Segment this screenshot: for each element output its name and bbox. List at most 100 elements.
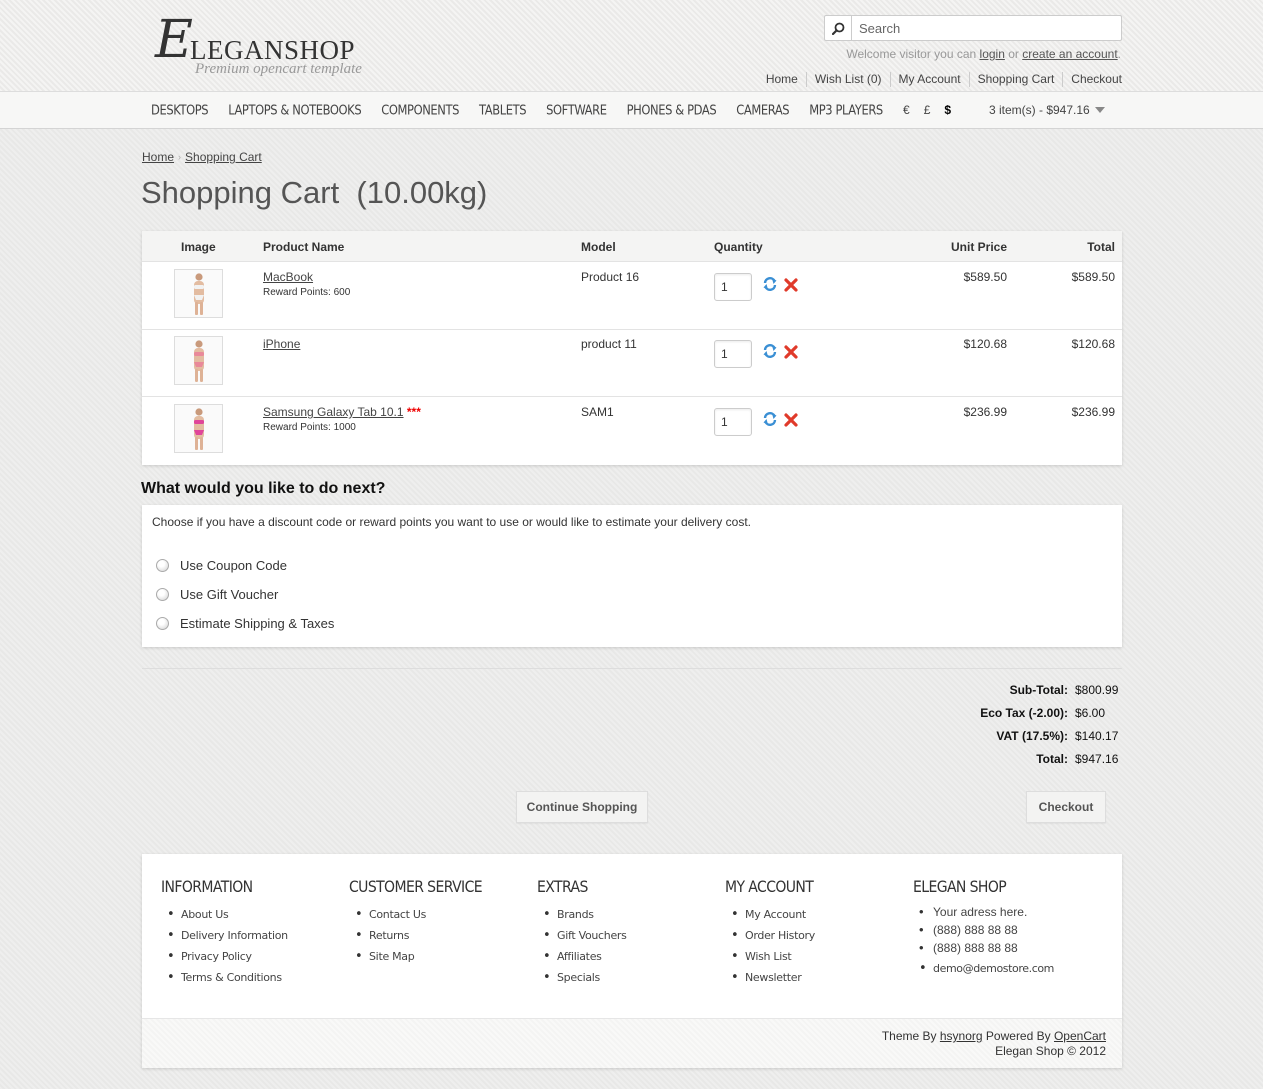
- breadcrumb-home[interactable]: Home: [142, 150, 174, 164]
- unit-price: $120.68: [963, 337, 1007, 351]
- cart-dropdown[interactable]: 3 item(s) - $947.16: [989, 103, 1105, 117]
- quantity-input[interactable]: [714, 273, 752, 301]
- product-link[interactable]: iPhone: [263, 337, 300, 351]
- remove-icon[interactable]: [784, 413, 798, 430]
- breadcrumb: Home › Shopping Cart: [142, 150, 262, 164]
- menu-item-components[interactable]: COMPONENTS: [381, 102, 459, 118]
- footer-link-sitemap[interactable]: Site Map: [349, 949, 482, 971]
- logo-initial[interactable]: E: [155, 14, 193, 66]
- welcome-message: Welcome visitor you can login or create …: [846, 47, 1121, 61]
- footer-link-affiliates[interactable]: Affiliates: [537, 949, 627, 971]
- refresh-icon[interactable]: [762, 343, 778, 362]
- voucher-label[interactable]: Use Gift Voucher: [180, 587, 278, 602]
- footer-col-shop: ELEGAN SHOP Your adress here. (888) 888 …: [913, 878, 1054, 980]
- cart-totals: Sub-Total: $800.99 Eco Tax (-2.00): $6.00 …: [980, 683, 1118, 775]
- theme-by-text: Theme By: [881, 1029, 937, 1043]
- main-menu-bar: DESKTOPS LAPTOPS & NOTEBOOKS COMPONENTS …: [0, 91, 1263, 129]
- page-title: Shopping Cart (10.00kg): [141, 175, 488, 210]
- footer-link-newsletter[interactable]: Newsletter: [725, 970, 815, 992]
- menu-item-desktops[interactable]: DESKTOPS: [151, 102, 209, 118]
- shipping-label[interactable]: Estimate Shipping & Taxes: [180, 616, 334, 631]
- footer-link-order-history[interactable]: Order History: [725, 928, 815, 950]
- option-coupon[interactable]: Use Coupon Code: [156, 558, 287, 573]
- create-account-link[interactable]: create an account: [1022, 47, 1117, 61]
- footer-link-returns[interactable]: Returns: [349, 928, 482, 950]
- product-name-cell: Samsung Galaxy Tab 10.1 ***: [263, 405, 421, 419]
- checkout-button[interactable]: Checkout: [1026, 791, 1106, 823]
- product-thumbnail[interactable]: [174, 269, 223, 318]
- refresh-icon[interactable]: [762, 411, 778, 430]
- footer-heading: CUSTOMER SERVICE: [349, 878, 483, 897]
- product-thumbnail[interactable]: [174, 336, 223, 385]
- top-link-wishlist[interactable]: Wish List (0): [805, 72, 890, 87]
- continue-shopping-button[interactable]: Continue Shopping: [516, 791, 648, 823]
- footer-col-information: INFORMATION About Us Delivery Informatio…: [161, 878, 288, 992]
- total-row: Sub-Total: $800.99: [980, 683, 1119, 706]
- menu-item-mp3[interactable]: MP3 PLAYERS: [809, 102, 883, 118]
- search-box: [824, 15, 1122, 41]
- total-row: Eco Tax (-2.00): $6.00: [980, 706, 1118, 729]
- ecotax-label: Eco Tax (-2.00):: [980, 706, 1068, 720]
- footer: INFORMATION About Us Delivery Informatio…: [142, 854, 1122, 1068]
- quantity-input[interactable]: [714, 340, 752, 368]
- coupon-radio[interactable]: [156, 559, 169, 572]
- footer-link-contact[interactable]: Contact Us: [349, 907, 482, 929]
- option-shipping[interactable]: Estimate Shipping & Taxes: [156, 616, 334, 631]
- product-thumbnail[interactable]: [174, 404, 223, 453]
- breadcrumb-cart[interactable]: Shopping Cart: [185, 150, 262, 164]
- menu-item-tablets[interactable]: TABLETS: [479, 102, 526, 118]
- reward-points: Reward Points: 1000: [263, 422, 356, 433]
- option-voucher[interactable]: Use Gift Voucher: [156, 587, 278, 602]
- product-model: product 11: [581, 337, 637, 351]
- footer-link-privacy[interactable]: Privacy Policy: [161, 949, 288, 971]
- remove-icon[interactable]: [784, 345, 798, 362]
- product-model: SAM1: [581, 405, 614, 419]
- currency-pound[interactable]: £: [924, 103, 931, 117]
- footer-address: Your adress here.: [913, 904, 1054, 923]
- search-button[interactable]: [825, 16, 852, 40]
- product-image: [193, 272, 204, 315]
- menu-item-phones[interactable]: PHONES & PDAS: [627, 102, 717, 118]
- footer-link-brands[interactable]: Brands: [537, 907, 627, 929]
- top-link-checkout[interactable]: Checkout: [1062, 72, 1122, 87]
- category-menu: DESKTOPS LAPTOPS & NOTEBOOKS COMPONENTS …: [141, 92, 893, 128]
- shipping-radio[interactable]: [156, 617, 169, 630]
- footer-email[interactable]: demo@demostore.com: [913, 961, 1054, 980]
- top-link-home[interactable]: Home: [758, 72, 806, 87]
- menu-item-software[interactable]: SOFTWARE: [546, 102, 607, 118]
- footer-link-my-account[interactable]: My Account: [725, 907, 815, 929]
- footer-phone: (888) 888 88 88: [913, 922, 1054, 941]
- col-product-name: Product Name: [263, 240, 345, 254]
- remove-icon[interactable]: [784, 278, 798, 295]
- menu-item-laptops[interactable]: LAPTOPS & NOTEBOOKS: [228, 102, 361, 118]
- refresh-icon[interactable]: [762, 276, 778, 295]
- top-link-cart[interactable]: Shopping Cart: [968, 72, 1063, 87]
- next-options-box: Choose if you have a discount code or re…: [142, 505, 1122, 647]
- search-input[interactable]: [859, 16, 1117, 40]
- menu-item-cameras[interactable]: CAMERAS: [736, 102, 789, 118]
- footer-link-specials[interactable]: Specials: [537, 970, 627, 992]
- quantity-input[interactable]: [714, 408, 752, 436]
- logo[interactable]: LEGANSHOP: [190, 36, 355, 64]
- unit-price: $236.99: [963, 405, 1007, 419]
- theme-author-link[interactable]: hsynorg: [940, 1029, 983, 1043]
- footer-link-delivery[interactable]: Delivery Information: [161, 928, 288, 950]
- product-link[interactable]: Samsung Galaxy Tab 10.1: [263, 405, 404, 419]
- footer-link-about[interactable]: About Us: [161, 907, 288, 929]
- footer-link-wishlist[interactable]: Wish List: [725, 949, 815, 971]
- footer-heading: ELEGAN SHOP: [913, 878, 1007, 897]
- product-link[interactable]: MacBook: [263, 270, 313, 284]
- footer-link-vouchers[interactable]: Gift Vouchers: [537, 928, 627, 950]
- opencart-link[interactable]: OpenCart: [1054, 1029, 1106, 1043]
- footer-link-terms[interactable]: Terms & Conditions: [161, 970, 288, 992]
- currency-dollar[interactable]: $: [944, 103, 951, 117]
- product-name-cell: iPhone: [263, 337, 300, 351]
- currency-euro[interactable]: €: [903, 103, 910, 117]
- stock-warning-stars: ***: [406, 405, 421, 419]
- col-unit-price: Unit Price: [950, 240, 1007, 254]
- top-link-account[interactable]: My Account: [889, 72, 969, 87]
- login-link[interactable]: login: [980, 47, 1005, 61]
- voucher-radio[interactable]: [156, 588, 169, 601]
- coupon-label[interactable]: Use Coupon Code: [180, 558, 287, 573]
- breadcrumb-separator-icon: ›: [178, 152, 182, 162]
